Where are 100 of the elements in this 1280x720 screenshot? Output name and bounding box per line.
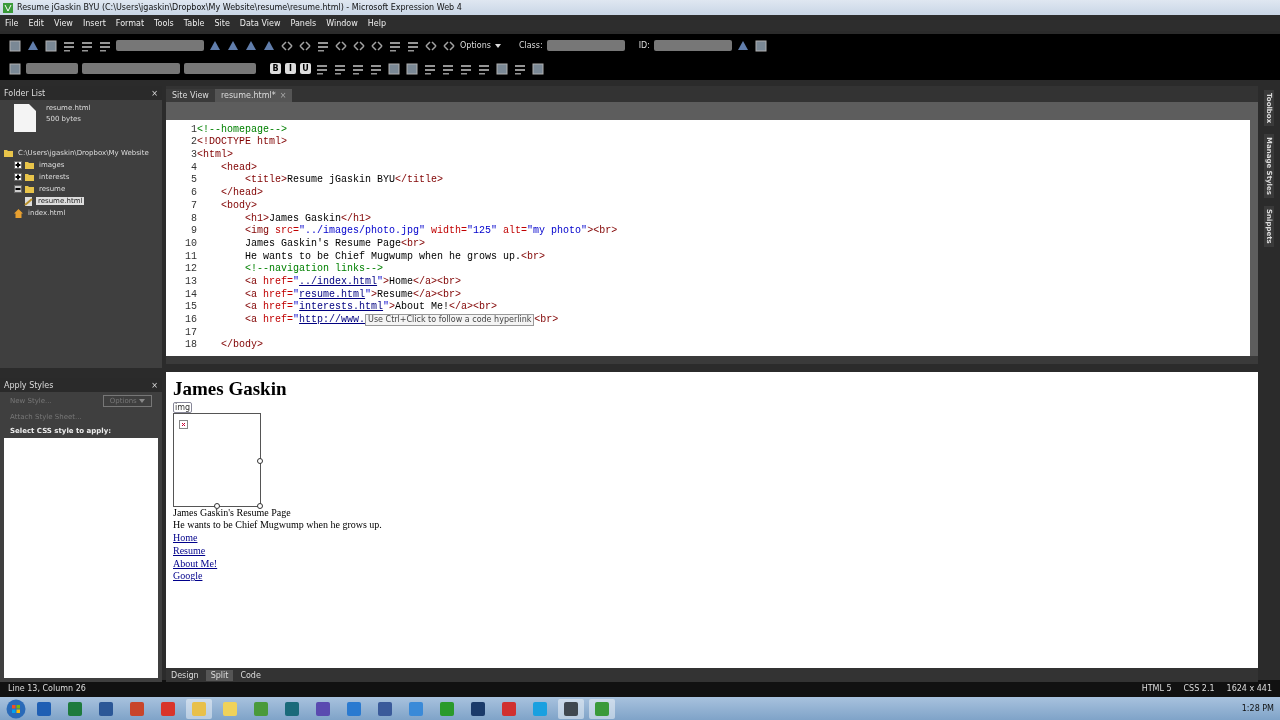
panel-title: Apply Styles: [4, 380, 54, 390]
menu-item[interactable]: Table: [178, 18, 210, 28]
format-button[interactable]: U: [300, 63, 311, 74]
document-tab[interactable]: resume.html* ×: [214, 88, 293, 102]
code-text: <img: [244, 225, 269, 238]
resize-handle[interactable]: [257, 457, 263, 464]
page-link[interactable]: About Me!: [173, 557, 218, 571]
taskbar-app[interactable]: [558, 698, 584, 719]
caret-icon[interactable]: [494, 43, 501, 48]
page-icon: [24, 196, 33, 206]
code-text: ": [293, 288, 300, 301]
menu-item[interactable]: Help: [362, 18, 391, 28]
view-tab[interactable]: Code: [235, 669, 266, 681]
tool-icon[interactable]: [424, 38, 438, 53]
code-link[interactable]: http://www.: [299, 314, 366, 327]
design-view[interactable]: James Gaskin img James Gaskin's Resume Page He wants to be Chief Mugwump when he grows up. Home Resume About Me! Google: [166, 371, 1258, 669]
document-tab[interactable]: Site View: [166, 88, 215, 102]
code-text: </h1>: [341, 212, 372, 225]
scrollbar[interactable]: [166, 355, 1258, 364]
menu-item[interactable]: File: [0, 18, 24, 28]
tool-icon[interactable]: [405, 61, 419, 76]
menu-item[interactable]: Site: [209, 18, 235, 28]
panel-title: Folder List: [4, 88, 46, 98]
tool-icon[interactable]: [753, 38, 768, 53]
tool-icon[interactable]: [352, 38, 366, 53]
code-text: href=: [262, 288, 294, 301]
code-text: alt=: [502, 225, 528, 238]
code-text: Home: [389, 275, 414, 289]
tool-icon[interactable]: [495, 61, 509, 76]
resize-handle[interactable]: [214, 502, 220, 509]
code-link[interactable]: ../index.html: [299, 275, 378, 289]
code-text: About Me!: [395, 301, 450, 314]
page-link[interactable]: Google: [173, 570, 203, 583]
image-placeholder[interactable]: [173, 412, 261, 507]
menu-item[interactable]: Tools: [149, 18, 179, 28]
tool-icon[interactable]: [280, 38, 294, 53]
page-link[interactable]: Resume: [173, 544, 206, 558]
page-size-indicator[interactable]: 1624 x 441: [1226, 684, 1272, 693]
code-text: ": [293, 314, 300, 327]
tool-icon[interactable]: [8, 61, 22, 76]
code-text: <br>: [521, 250, 546, 264]
tool-icon[interactable]: [44, 38, 58, 53]
code-text: >: [389, 301, 396, 314]
code-text: "125": [467, 225, 498, 238]
format-button[interactable]: B: [270, 63, 281, 74]
tag-label: img: [173, 401, 193, 413]
page-link[interactable]: Home: [173, 532, 198, 545]
css-indicator[interactable]: CSS 2.1: [1183, 684, 1215, 693]
menu-item[interactable]: Insert: [77, 18, 111, 28]
tool-icon[interactable]: [442, 38, 456, 53]
menu-item[interactable]: View: [48, 18, 78, 28]
code-text: </body>: [220, 339, 263, 353]
code-link[interactable]: interests.html: [299, 301, 384, 314]
code-link[interactable]: resume.html: [299, 288, 366, 302]
tool-icon[interactable]: [387, 61, 401, 76]
tool-icon[interactable]: [531, 61, 545, 76]
menu-item[interactable]: Edit: [23, 18, 49, 28]
resize-handle[interactable]: [257, 502, 263, 509]
cursor-position: Line 13, Column 26: [8, 684, 86, 693]
tool-icon[interactable]: [334, 38, 348, 53]
page-text: He wants to be Chief Mugwump when he grows up.: [173, 519, 382, 533]
code-editor[interactable]: [166, 119, 1250, 356]
collapse-icon[interactable]: [14, 185, 22, 193]
menu-item[interactable]: Window: [321, 18, 363, 28]
view-tab[interactable]: Design: [166, 669, 204, 681]
code-text: href=: [262, 301, 294, 314]
code-text: <a: [244, 301, 257, 314]
page-text: James Gaskin's Resume Page: [173, 506, 291, 520]
code-text: ": [365, 288, 372, 301]
expand-icon[interactable]: [14, 173, 22, 181]
class-label: Class:: [518, 41, 543, 50]
code-text: <a: [244, 288, 257, 302]
tool-icon[interactable]: [8, 38, 22, 53]
tooltip: Use Ctrl+Click to follow a code hyperlink: [365, 314, 535, 327]
options-menu[interactable]: Options: [460, 41, 491, 50]
code-text: "../images/photo.jpg": [299, 225, 426, 238]
code-text: James Gaskin's Resume Page: [244, 237, 402, 251]
code-text: </head>: [220, 187, 263, 200]
clock: 1:28 PM: [1241, 704, 1274, 713]
expand-icon[interactable]: [14, 161, 22, 169]
app-logo-icon: [3, 2, 13, 13]
close-button[interactable]: ×: [151, 88, 158, 98]
code-text: </a><br>: [449, 301, 498, 314]
menu-item[interactable]: Data View: [234, 18, 286, 28]
broken-image-icon: [179, 419, 188, 429]
code-text: <!--homepage-->: [197, 123, 287, 136]
view-tab[interactable]: Split: [205, 669, 234, 681]
format-button[interactable]: I: [285, 63, 296, 74]
menu-item[interactable]: Panels: [285, 18, 322, 28]
code-text: >: [383, 275, 390, 289]
doctype-indicator[interactable]: HTML 5: [1141, 684, 1172, 693]
code-text: ": [383, 301, 390, 314]
tool-icon[interactable]: [370, 38, 384, 53]
page-heading: James Gaskin: [173, 377, 287, 400]
code-text: <head>: [220, 161, 257, 174]
tool-icon[interactable]: [298, 38, 312, 53]
close-button[interactable]: ×: [151, 380, 158, 390]
code-text: >: [371, 288, 378, 301]
menu-item[interactable]: Format: [110, 18, 150, 28]
start-button[interactable]: [6, 698, 26, 719]
